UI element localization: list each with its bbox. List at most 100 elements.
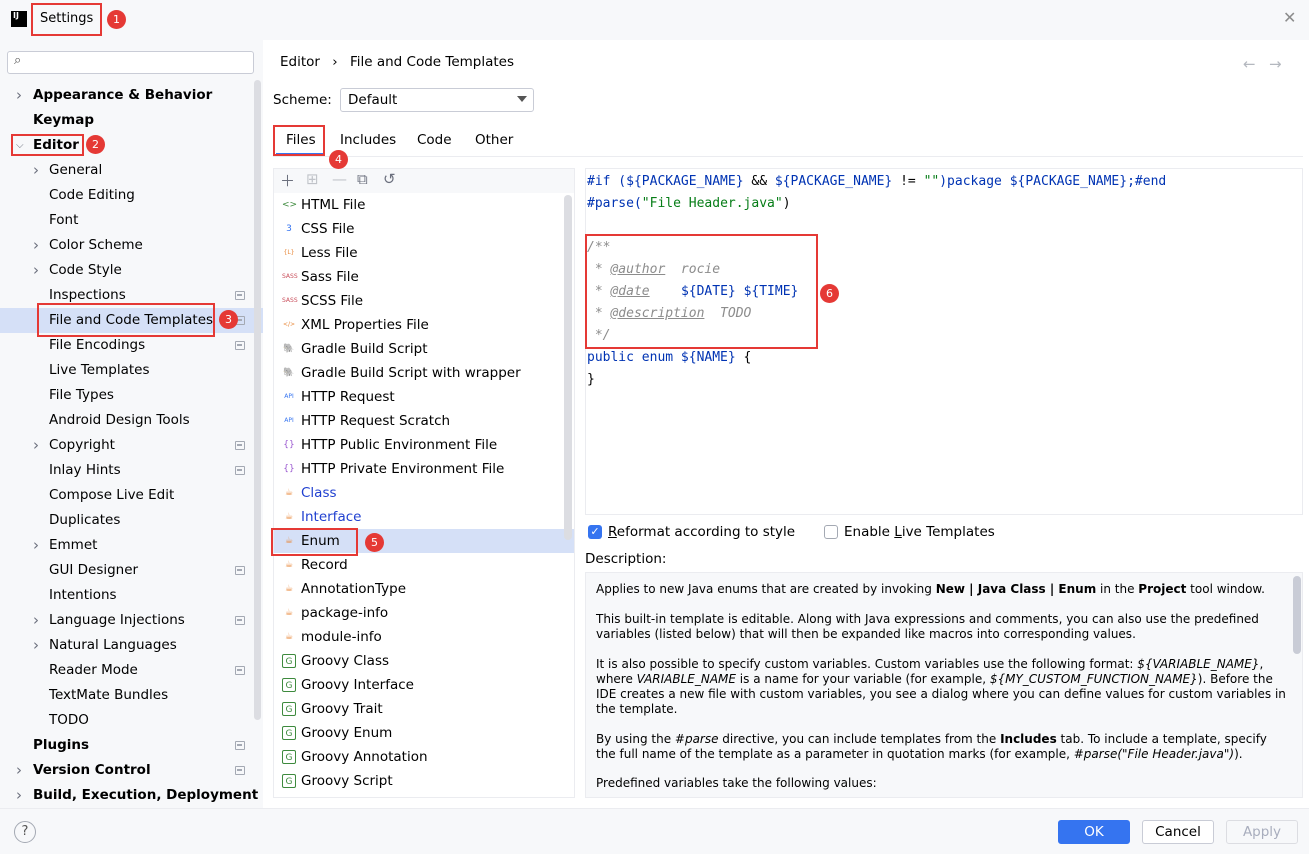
chevron-right-icon[interactable]: › — [16, 783, 22, 808]
template-list-item[interactable]: Class — [301, 481, 337, 505]
template-list-item[interactable]: Sass File — [301, 265, 359, 289]
template-list-item[interactable]: Gradle Build Script with wrapper — [301, 361, 521, 385]
template-list-item[interactable]: HTTP Public Environment File — [301, 433, 497, 457]
sidebar-item[interactable]: Copyright — [49, 433, 115, 458]
java-icon: ☕ — [284, 632, 294, 642]
close-icon[interactable]: ✕ — [1283, 8, 1296, 27]
sidebar-item[interactable]: Keymap — [33, 108, 94, 133]
sidebar-item[interactable]: GUI Designer — [49, 558, 138, 583]
sidebar-item[interactable]: Language Injections — [49, 608, 185, 633]
css-icon: 3 — [286, 224, 292, 234]
title-bar — [0, 0, 1309, 40]
ok-button[interactable]: OK — [1058, 820, 1130, 844]
sidebar-item[interactable]: General — [49, 158, 102, 183]
tab-includes[interactable]: Includes — [340, 132, 396, 148]
forward-arrow-icon[interactable]: → — [1269, 55, 1282, 73]
add-icon[interactable]: ＋ — [280, 170, 295, 191]
chevron-right-icon[interactable]: › — [33, 608, 39, 633]
add-child-icon[interactable]: ⊞ — [306, 170, 319, 188]
chevron-right-icon[interactable]: › — [33, 633, 39, 658]
template-list-item[interactable]: Less File — [301, 241, 358, 265]
template-list-item[interactable]: Groovy Enum — [301, 721, 392, 745]
sidebar-item[interactable]: Font — [49, 208, 78, 233]
sidebar-item[interactable]: Reader Mode — [49, 658, 138, 683]
groovy-icon: G — [282, 774, 296, 788]
sidebar-item[interactable]: Live Templates — [49, 358, 150, 383]
sidebar-item[interactable]: Appearance & Behavior — [33, 83, 212, 108]
sidebar-item[interactable]: Duplicates — [49, 508, 120, 533]
tab-code[interactable]: Code — [417, 132, 452, 148]
sidebar-item[interactable]: Color Scheme — [49, 233, 143, 258]
template-list-item[interactable]: Gradle Build Script — [301, 337, 428, 361]
chevron-right-icon[interactable]: › — [33, 158, 39, 183]
description-paragraph-4: By using the #parse directive, you can i… — [596, 732, 1267, 761]
template-list-item[interactable]: HTTP Request — [301, 385, 395, 409]
sidebar-item[interactable]: Compose Live Edit — [49, 483, 174, 508]
help-button[interactable]: ? — [14, 821, 36, 843]
template-list-item[interactable]: HTTP Private Environment File — [301, 457, 504, 481]
sidebar-item[interactable]: Natural Languages — [49, 633, 177, 658]
breadcrumb-parent[interactable]: Editor — [280, 54, 320, 70]
reformat-label[interactable]: Reformat according to style — [608, 524, 795, 540]
reformat-checkbox[interactable]: ✓ — [588, 525, 602, 539]
template-list-item[interactable]: Groovy Interface — [301, 673, 414, 697]
sidebar-item[interactable]: Intentions — [49, 583, 117, 608]
back-arrow-icon[interactable]: ← — [1243, 55, 1256, 73]
sidebar-scrollbar[interactable] — [254, 80, 261, 720]
sidebar-item[interactable]: File Types — [49, 383, 114, 408]
template-list-item[interactable]: Groovy Class — [301, 649, 389, 673]
api-icon: API — [284, 393, 294, 400]
template-list-item[interactable]: Groovy Annotation — [301, 745, 428, 769]
groovy-icon: G — [282, 678, 296, 692]
description-scrollbar[interactable] — [1293, 576, 1301, 654]
live-templates-checkbox[interactable] — [824, 525, 838, 539]
search-icon: ⌕ — [14, 53, 22, 68]
scheme-dropdown[interactable]: Default — [340, 88, 534, 112]
template-list-item[interactable]: HTML File — [301, 193, 365, 217]
template-list-item[interactable]: Interface — [301, 505, 361, 529]
sidebar-item[interactable]: TextMate Bundles — [49, 683, 168, 708]
code-line-10: } — [587, 372, 595, 387]
template-list-item[interactable]: HTTP Request Scratch — [301, 409, 450, 433]
description-paragraph-3: It is also possible to specify custom va… — [596, 657, 1286, 716]
chevron-right-icon[interactable]: › — [16, 758, 22, 783]
sidebar-item[interactable]: Code Editing — [49, 183, 135, 208]
template-list-item[interactable]: CSS File — [301, 217, 354, 241]
chevron-right-icon[interactable]: › — [33, 533, 39, 558]
template-list-item[interactable]: Groovy Script — [301, 769, 393, 793]
template-list-item[interactable]: SCSS File — [301, 289, 363, 313]
project-scope-icon — [235, 666, 245, 675]
sidebar-item[interactable]: Version Control — [33, 758, 151, 783]
sidebar-item[interactable]: TODO — [49, 708, 89, 733]
apply-button[interactable]: Apply — [1226, 820, 1298, 844]
chevron-right-icon[interactable]: › — [33, 233, 39, 258]
sidebar-item[interactable]: Android Design Tools — [49, 408, 190, 433]
template-list-item[interactable]: module-info — [301, 625, 382, 649]
sidebar-item[interactable]: Inlay Hints — [49, 458, 121, 483]
template-list-item[interactable]: Groovy Trait — [301, 697, 383, 721]
sidebar-item[interactable]: Build, Execution, Deployment — [33, 783, 258, 808]
annotation-box-files-tab — [273, 125, 325, 156]
template-list-item[interactable]: Record — [301, 553, 348, 577]
template-list-item[interactable]: package-info — [301, 601, 388, 625]
settings-search-input[interactable] — [7, 51, 254, 74]
chevron-right-icon[interactable]: › — [33, 258, 39, 283]
chevron-right-icon[interactable]: › — [33, 433, 39, 458]
copy-icon[interactable]: ⧉ — [357, 170, 368, 188]
cancel-button[interactable]: Cancel — [1142, 820, 1214, 844]
live-templates-label[interactable]: Enable Live Templates — [844, 524, 995, 540]
description-label: Description: — [585, 551, 667, 567]
template-list-item[interactable]: AnnotationType — [301, 577, 406, 601]
template-list-scrollbar[interactable] — [564, 195, 572, 540]
reset-icon[interactable]: ↺ — [383, 170, 396, 188]
remove-icon[interactable]: — — [332, 170, 347, 188]
project-scope-icon — [235, 291, 245, 300]
tab-other[interactable]: Other — [475, 132, 513, 148]
java-icon: ☕ — [284, 488, 294, 498]
sidebar-item[interactable]: Code Style — [49, 258, 122, 283]
sidebar-item[interactable]: Plugins — [33, 733, 89, 758]
chevron-right-icon[interactable]: › — [16, 83, 22, 108]
sidebar-item[interactable]: Emmet — [49, 533, 97, 558]
template-list-item[interactable]: XML Properties File — [301, 313, 429, 337]
java-icon: ☕ — [284, 608, 294, 618]
